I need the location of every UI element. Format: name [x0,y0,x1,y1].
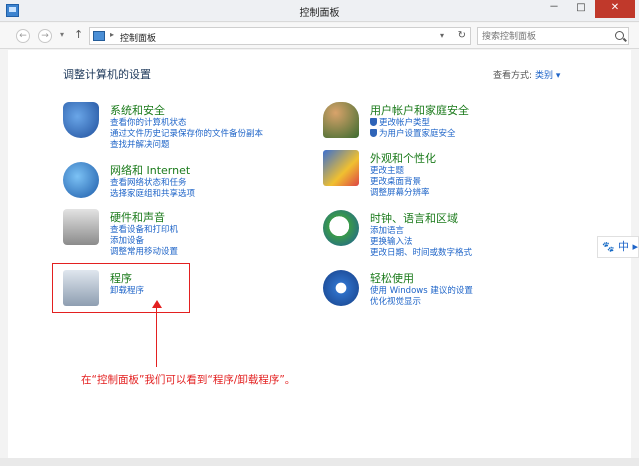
shield-icon[interactable] [63,102,99,138]
ime-expand-arrow[interactable]: ▸ [632,240,638,253]
category-title[interactable]: 轻松使用 [370,270,414,286]
link-view-computer-status[interactable]: 查看你的计算机状态 [110,118,263,129]
users-icon[interactable] [323,102,359,138]
link-devices-printers[interactable]: 查看设备和打印机 [110,225,178,236]
category-links: 使用 Windows 建议的设置 优化视觉显示 [370,286,473,308]
uac-shield-icon [370,118,377,126]
address-bar: ← → ▾ ↑ ▸ 控制面板 ▾ ↻ [0,23,639,49]
category-links: 更改主题 更改桌面背景 调整屏幕分辨率 [370,166,430,199]
category-links: 查看你的计算机状态 通过文件历史记录保存你的文件备份副本 查找并解决问题 [110,118,263,151]
ime-toolbar[interactable]: 🐾 中 ▸ [597,236,639,258]
link-change-theme[interactable]: 更改主题 [370,166,430,177]
arrow-head [152,300,162,308]
link-desktop-background[interactable]: 更改桌面背景 [370,177,430,188]
category-links: 更改帐户类型 为用户设置家庭安全 [370,118,456,140]
link-family-safety[interactable]: 为用户设置家庭安全 [370,129,456,140]
ime-mode-label[interactable]: 中 [618,240,629,253]
breadcrumb-separator[interactable]: ▸ [110,30,114,39]
page-title: 调整计算机的设置 [63,68,151,81]
breadcrumb-control-panel[interactable]: 控制面板 [120,31,156,44]
highlight-box [52,263,190,313]
appearance-icon[interactable] [323,150,359,186]
network-globe-icon[interactable] [63,162,99,198]
view-by: 查看方式: 类别 ▾ [493,68,560,81]
minimize-button[interactable]: － [541,0,567,18]
control-panel-icon [93,31,105,41]
annotation-caption: 在“控制面板”我们可以看到“程序/卸载程序”。 [81,374,296,386]
title-bar: 控制面板 － □ ✕ [0,0,639,22]
link-label: 为用户设置家庭安全 [379,129,456,139]
back-button[interactable]: ← [16,29,30,43]
link-network-status[interactable]: 查看网络状态和任务 [110,178,195,189]
link-mobility-settings[interactable]: 调整常用移动设置 [110,247,178,258]
category-title[interactable]: 时钟、语言和区域 [370,210,458,226]
control-panel-window: 控制面板 － □ ✕ ← → ▾ ↑ ▸ 控制面板 ▾ ↻ 调整计算机的设置 查… [0,0,639,466]
clock-globe-icon[interactable] [323,210,359,246]
arrow-line [156,303,157,367]
category-links: 添加语言 更换输入法 更改日期、时间或数字格式 [370,226,472,259]
link-homegroup-sharing[interactable]: 选择家庭组和共享选项 [110,189,195,200]
view-by-dropdown[interactable]: 类别 ▾ [535,71,560,81]
link-label: 更改帐户类型 [379,118,431,128]
category-title[interactable]: 用户帐户和家庭安全 [370,102,469,118]
category-links: 查看网络状态和任务 选择家庭组和共享选项 [110,178,195,200]
link-add-language[interactable]: 添加语言 [370,226,472,237]
search-input[interactable] [482,30,610,43]
address-dropdown-icon[interactable]: ▾ [440,31,444,40]
paw-icon: 🐾 [602,242,615,253]
category-title[interactable]: 网络和 Internet [110,162,190,178]
link-change-account-type[interactable]: 更改帐户类型 [370,118,456,129]
content-pane: 调整计算机的设置 查看方式: 类别 ▾ 系统和安全 查看你的计算机状态 通过文件历… [8,50,631,458]
refresh-icon[interactable]: ↻ [458,30,466,41]
category-links: 查看设备和打印机 添加设备 调整常用移动设置 [110,225,178,258]
forward-button[interactable]: → [38,29,52,43]
link-file-history-backup[interactable]: 通过文件历史记录保存你的文件备份副本 [110,129,263,140]
link-windows-suggested-settings[interactable]: 使用 Windows 建议的设置 [370,286,473,297]
category-title[interactable]: 系统和安全 [110,102,165,118]
up-button[interactable]: ↑ [74,28,83,41]
link-add-device[interactable]: 添加设备 [110,236,178,247]
view-by-label: 查看方式: [493,71,533,81]
close-button[interactable]: ✕ [595,0,635,18]
ease-of-access-icon[interactable] [323,270,359,306]
link-optimize-visual-display[interactable]: 优化视觉显示 [370,297,473,308]
printer-icon[interactable] [63,209,99,245]
window-controls: － □ ✕ [541,0,635,18]
category-title[interactable]: 外观和个性化 [370,150,436,166]
link-screen-resolution[interactable]: 调整屏幕分辨率 [370,188,430,199]
search-box[interactable] [477,27,629,45]
search-icon[interactable] [615,31,624,40]
link-troubleshoot[interactable]: 查找并解决问题 [110,140,263,151]
address-field[interactable]: ▸ 控制面板 ▾ ↻ [89,27,471,45]
maximize-button[interactable]: □ [568,0,594,18]
link-date-time-format[interactable]: 更改日期、时间或数字格式 [370,248,472,259]
recent-locations-dropdown[interactable]: ▾ [60,30,64,39]
link-change-input-method[interactable]: 更换输入法 [370,237,472,248]
uac-shield-icon [370,129,377,137]
category-title[interactable]: 硬件和声音 [110,209,165,225]
window-bottom-edge [0,458,639,466]
